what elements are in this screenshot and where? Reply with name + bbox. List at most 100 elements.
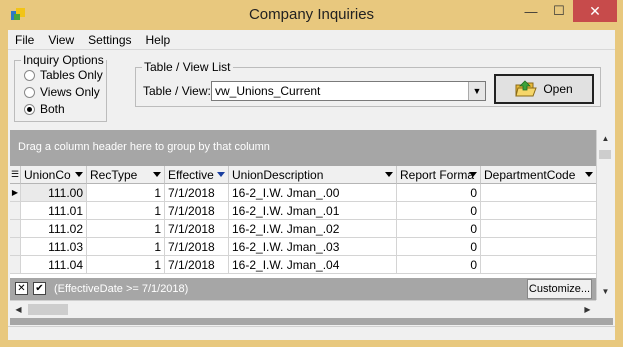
table-row[interactable]: 111.01 1 7/1/2018 16-2_I.W. Jman_.01 0: [10, 202, 596, 220]
radio-button[interactable]: [24, 86, 35, 98]
column-header-reportformat[interactable]: Report Forma: [397, 166, 481, 184]
inquiry-options-group: Inquiry Options Tables Only Views Only B…: [14, 53, 107, 122]
table-row[interactable]: ▶ 111.00 1 7/1/2018 16-2_I.W. Jman_.00 0: [10, 184, 596, 202]
radio-label: Both: [40, 102, 65, 116]
filter-dropdown-icon[interactable]: [385, 172, 393, 177]
cell-uniondescription[interactable]: 16-2_I.W. Jman_.02: [229, 220, 397, 238]
cell-departmentcode[interactable]: [481, 184, 596, 202]
column-header-label: DepartmentCode: [484, 168, 576, 182]
inquiry-options-title: Inquiry Options: [21, 53, 106, 67]
filter-enabled-checkbox[interactable]: ✔: [33, 282, 46, 295]
table-view-value: vw_Unions_Current: [215, 84, 321, 98]
scroll-up-icon[interactable]: ▲: [597, 130, 614, 147]
cell-reportformat[interactable]: 0: [397, 238, 481, 256]
table-view-list-group: Table / View List Table / View: vw_Union…: [135, 60, 601, 107]
radio-button-selected[interactable]: [24, 103, 35, 115]
cell-effective[interactable]: 7/1/2018: [165, 238, 229, 256]
cell-effective[interactable]: 7/1/2018: [165, 184, 229, 202]
cell-reportformat[interactable]: 0: [397, 184, 481, 202]
menu-file[interactable]: File: [8, 30, 41, 49]
menu-help[interactable]: Help: [139, 30, 178, 49]
window-controls: — ☐ ✕: [517, 0, 617, 22]
row-indicator: [10, 220, 21, 238]
cell-rectype[interactable]: 1: [87, 238, 165, 256]
title-bar[interactable]: Company Inquiries — ☐ ✕: [0, 0, 623, 30]
app-window: Company Inquiries — ☐ ✕ File View Settin…: [0, 0, 623, 347]
cell-uniondescription[interactable]: 16-2_I.W. Jman_.04: [229, 256, 397, 274]
table-row[interactable]: 111.04 1 7/1/2018 16-2_I.W. Jman_.04 0: [10, 256, 596, 274]
column-header-label: RecType: [90, 168, 138, 182]
cell-reportformat[interactable]: 0: [397, 256, 481, 274]
vertical-scrollbar[interactable]: ▲ ▼: [596, 130, 613, 300]
cell-uniondescription[interactable]: 16-2_I.W. Jman_.00: [229, 184, 397, 202]
filter-dropdown-icon[interactable]: [75, 172, 83, 177]
radio-button[interactable]: [24, 69, 35, 81]
scroll-right-icon[interactable]: ▶: [579, 301, 596, 318]
column-header-departmentcode[interactable]: DepartmentCode: [481, 166, 596, 184]
table-row[interactable]: 111.02 1 7/1/2018 16-2_I.W. Jman_.02 0: [10, 220, 596, 238]
cell-effective[interactable]: 7/1/2018: [165, 202, 229, 220]
cell-rectype[interactable]: 1: [87, 220, 165, 238]
row-indicator: [10, 202, 21, 220]
grid-header-row: ☰ UnionCo RecType Effective UnionDescrip…: [10, 166, 596, 184]
cell-uniondescription[interactable]: 16-2_I.W. Jman_.01: [229, 202, 397, 220]
close-button[interactable]: ✕: [573, 0, 617, 22]
scroll-left-icon[interactable]: ◀: [10, 301, 27, 318]
radio-both[interactable]: Both: [24, 102, 65, 116]
cell-departmentcode[interactable]: [481, 238, 596, 256]
cell-unionco[interactable]: 111.04: [21, 256, 87, 274]
status-bar: [8, 326, 615, 340]
clear-filter-icon[interactable]: ✕: [15, 282, 28, 295]
table-row[interactable]: 111.03 1 7/1/2018 16-2_I.W. Jman_.03 0: [10, 238, 596, 256]
chevron-down-icon[interactable]: ▼: [468, 82, 485, 100]
scroll-thumb[interactable]: [599, 150, 611, 159]
cell-uniondescription[interactable]: 16-2_I.W. Jman_.03: [229, 238, 397, 256]
filter-active-icon[interactable]: [217, 172, 225, 177]
scrollbar-corner: [596, 300, 613, 318]
cell-reportformat[interactable]: 0: [397, 202, 481, 220]
column-header-label: UnionDescription: [232, 168, 324, 182]
menu-settings[interactable]: Settings: [81, 30, 138, 49]
cell-unionco[interactable]: 111.00: [21, 184, 87, 202]
client-area: File View Settings Help Inquiry Options …: [8, 30, 615, 340]
cell-effective[interactable]: 7/1/2018: [165, 256, 229, 274]
cell-departmentcode[interactable]: [481, 256, 596, 274]
filter-expression[interactable]: (EffectiveDate >= 7/1/2018): [54, 283, 188, 295]
scroll-thumb[interactable]: [28, 304, 68, 315]
column-header-label: Effective: [168, 168, 214, 182]
column-header-effective[interactable]: Effective: [165, 166, 229, 184]
cell-effective[interactable]: 7/1/2018: [165, 220, 229, 238]
radio-label: Tables Only: [40, 68, 103, 82]
data-grid: Drag a column header here to group by th…: [10, 130, 613, 325]
menu-view[interactable]: View: [41, 30, 81, 49]
cell-rectype[interactable]: 1: [87, 256, 165, 274]
column-chooser-icon[interactable]: ☰: [10, 166, 21, 184]
customize-button[interactable]: Customize...: [527, 279, 592, 299]
table-view-combobox[interactable]: vw_Unions_Current ▼: [211, 81, 486, 101]
cell-unionco[interactable]: 111.02: [21, 220, 87, 238]
radio-tables-only[interactable]: Tables Only: [24, 68, 103, 82]
column-header-unionco[interactable]: UnionCo: [21, 166, 87, 184]
column-header-uniondescription[interactable]: UnionDescription: [229, 166, 397, 184]
cell-rectype[interactable]: 1: [87, 184, 165, 202]
open-folder-icon: [515, 80, 538, 97]
group-by-panel[interactable]: Drag a column header here to group by th…: [10, 130, 596, 164]
column-header-rectype[interactable]: RecType: [87, 166, 165, 184]
cell-departmentcode[interactable]: [481, 202, 596, 220]
maximize-button[interactable]: ☐: [545, 0, 573, 22]
radio-views-only[interactable]: Views Only: [24, 85, 100, 99]
cell-departmentcode[interactable]: [481, 220, 596, 238]
cell-unionco[interactable]: 111.01: [21, 202, 87, 220]
filter-dropdown-icon[interactable]: [469, 172, 477, 177]
minimize-button[interactable]: —: [517, 0, 545, 22]
scroll-down-icon[interactable]: ▼: [597, 283, 614, 300]
filter-dropdown-icon[interactable]: [585, 172, 593, 177]
open-button[interactable]: Open: [494, 74, 594, 104]
filter-dropdown-icon[interactable]: [153, 172, 161, 177]
grid-table: ☰ UnionCo RecType Effective UnionDescrip…: [10, 166, 596, 278]
cell-reportformat[interactable]: 0: [397, 220, 481, 238]
cell-rectype[interactable]: 1: [87, 202, 165, 220]
cell-unionco[interactable]: 111.03: [21, 238, 87, 256]
horizontal-scrollbar[interactable]: ◀ ▶: [10, 300, 596, 318]
row-indicator: [10, 256, 21, 274]
